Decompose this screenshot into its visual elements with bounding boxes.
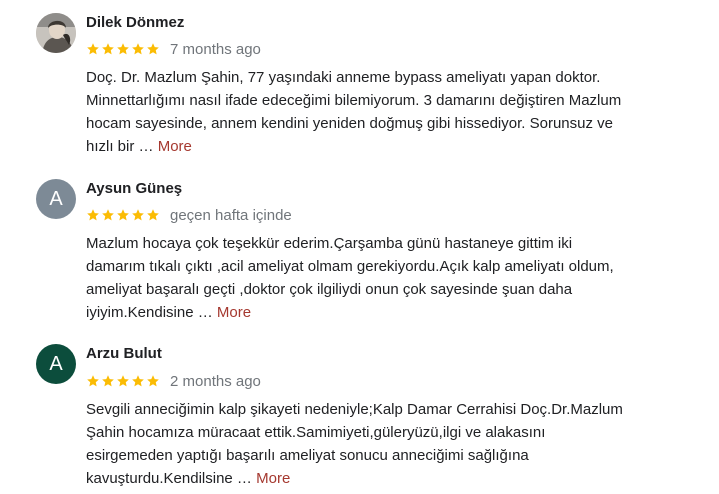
reviewer-name[interactable]: Dilek Dönmez [86, 14, 184, 31]
review-text-line: ameliyat başaralı geçti ,doktor çok ilgi… [86, 281, 573, 298]
star-icon [86, 208, 100, 222]
avatar-letter: A [49, 187, 63, 210]
star-icon [101, 374, 115, 388]
more-link[interactable]: More [158, 138, 192, 155]
star-rating [86, 374, 161, 388]
star-icon [146, 208, 160, 222]
review-text-line: Doç. Dr. Mazlum Şahin, 77 yaşındaki anne… [86, 69, 601, 86]
review-text-line: hızlı bir … More [86, 135, 686, 158]
avatar-letter: A [49, 352, 63, 375]
review-date: 7 months ago [170, 40, 261, 58]
review-meta: geçen hafta içinde [86, 206, 292, 224]
review-text: Doç. Dr. Mazlum Şahin, 77 yaşındaki anne… [86, 66, 686, 158]
star-icon [86, 374, 100, 388]
review-date: 2 months ago [170, 372, 261, 390]
star-icon [86, 42, 100, 56]
star-icon [131, 208, 145, 222]
ellipsis: … [134, 138, 158, 155]
star-icon [131, 42, 145, 56]
star-icon [101, 208, 115, 222]
review-meta: 2 months ago [86, 372, 261, 390]
more-link[interactable]: More [217, 304, 251, 321]
star-icon [116, 208, 130, 222]
reviewer-name[interactable]: Arzu Bulut [86, 345, 162, 362]
star-icon [131, 374, 145, 388]
review-text: Mazlum hocaya çok teşekkür ederim.Çarşam… [86, 232, 686, 324]
review-text-line: Sevgili anneciğimin kalp şikayeti nedeni… [86, 401, 623, 418]
review-text-tail: kavuşturdu.Kendilsine [86, 470, 233, 487]
star-icon [116, 374, 130, 388]
ellipsis: … [232, 470, 257, 487]
review-text-line: esirgemeden yaptığı başarılı ameliyat so… [86, 447, 529, 464]
review-text-line: damarım tıkalı çıktı ,acil ameliyat olma… [86, 258, 614, 275]
review-text-tail: iyiyim.Kendisine [86, 304, 194, 321]
star-icon [116, 42, 130, 56]
review-text-line: Şahin hocamıza müracaat ettik.Samimiyeti… [86, 424, 546, 441]
ellipsis: … [193, 304, 217, 321]
review-text-line: hocam sayesinde, annem kendini yeniden d… [86, 115, 613, 132]
profile-photo-icon [36, 13, 76, 53]
star-icon [146, 374, 160, 388]
review-meta: 7 months ago [86, 40, 261, 58]
review-text: Sevgili anneciğimin kalp şikayeti nedeni… [86, 398, 686, 490]
review-text-tail: hızlı bir [86, 138, 135, 155]
star-icon [146, 42, 160, 56]
more-link[interactable]: More [256, 470, 290, 487]
reviewer-name[interactable]: Aysun Güneş [86, 180, 182, 197]
star-rating [86, 208, 161, 222]
review-text-line: kavuşturdu.Kendilsine … More [86, 467, 686, 490]
star-rating [86, 42, 161, 56]
review-text-line: iyiyim.Kendisine … More [86, 301, 686, 324]
review-text-line: Mazlum hocaya çok teşekkür ederim.Çarşam… [86, 235, 573, 252]
star-icon [101, 42, 115, 56]
review-text-line: Minnettarlığımı nasıl ifade edeceğimi bi… [86, 92, 622, 109]
review-date: geçen hafta içinde [170, 206, 292, 224]
reviewer-avatar[interactable]: A [36, 179, 76, 219]
reviewer-avatar[interactable]: A [36, 344, 76, 384]
reviewer-avatar[interactable] [36, 13, 76, 53]
